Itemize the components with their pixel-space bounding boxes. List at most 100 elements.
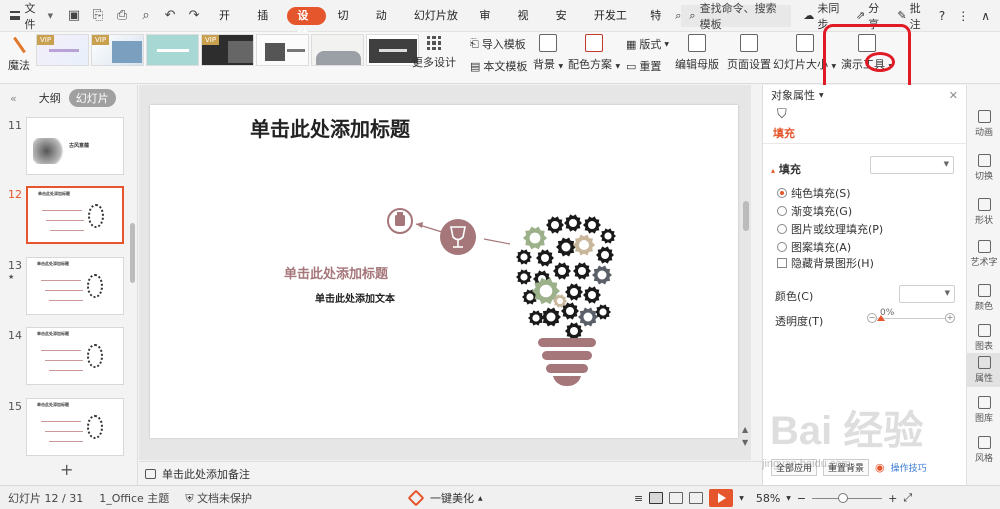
sidebar-item[interactable]: 图库 — [967, 393, 1000, 427]
sidebar-item[interactable]: 形状 — [967, 195, 1000, 229]
current-slide[interactable]: 单击此处添加标题 单击此处添加标题 单击此处添加文本 — [150, 105, 738, 438]
page-setup-button[interactable]: 页面设置 — [727, 34, 771, 72]
slide-sorter-icon[interactable] — [669, 492, 684, 504]
color-select[interactable]: ▼ — [899, 285, 955, 303]
color-scheme-button[interactable]: 配色方案 ▼ — [568, 34, 620, 72]
fill-type-select[interactable]: ▼ — [870, 156, 954, 174]
radio-button[interactable] — [777, 242, 787, 252]
magic-button[interactable]: 魔法 — [6, 34, 32, 73]
chevron-down-icon[interactable]: ▼ — [819, 92, 824, 99]
hide-background-checkbox[interactable]: 隐藏背景图形(H) — [777, 255, 874, 271]
reading-view-icon[interactable] — [689, 492, 704, 504]
sidebar-item[interactable]: 图表 — [967, 321, 1000, 355]
fill-option[interactable]: 图片或纹理填充(P) — [777, 221, 883, 237]
slider-handle[interactable] — [877, 315, 885, 321]
background-button[interactable]: 背景 ▼ — [533, 34, 563, 72]
fill-tab[interactable]: 填充 — [773, 125, 795, 141]
zoom-out-icon[interactable]: − — [797, 492, 806, 505]
notes-placeholder[interactable]: 单击此处添加备注 — [162, 466, 250, 482]
tab-4[interactable]: 动画 — [366, 0, 404, 54]
slide-thumbnail[interactable]: 11 古风意蕴 — [8, 117, 126, 175]
slide-thumbnail[interactable]: 13 ★ 单击此处添加标题 — [8, 257, 126, 315]
reset-button[interactable]: ▭ 重置 — [626, 58, 669, 74]
slide-text-placeholder[interactable]: 单击此处添加文本 — [315, 290, 395, 305]
command-search[interactable]: ⌕ 查找命令、搜索模板 — [681, 2, 792, 31]
print-preview-icon[interactable]: ⌕ — [139, 8, 153, 23]
collapse-pane-icon[interactable]: « — [10, 92, 17, 105]
file-menu[interactable]: 文件 ▼ — [0, 0, 59, 32]
tips-link[interactable]: 操作技巧 — [891, 461, 927, 474]
help-icon[interactable]: ? — [939, 9, 945, 23]
tab-8[interactable]: 安全 — [546, 0, 584, 54]
fill-option[interactable]: 图案填充(A) — [777, 239, 851, 255]
template-thumbnail[interactable] — [256, 34, 309, 66]
edit-master-button[interactable]: 编辑母版 — [675, 34, 719, 72]
radio-button[interactable] — [777, 224, 787, 234]
normal-view-icon[interactable] — [649, 492, 664, 504]
collapse-ribbon-icon[interactable]: ∧ — [981, 9, 990, 23]
chevron-down-icon[interactable]: ▼ — [786, 495, 791, 502]
tab-2[interactable]: 设计 — [287, 6, 326, 40]
radio-button[interactable] — [777, 206, 787, 216]
tab-3[interactable]: 切换 — [328, 0, 366, 54]
notes-toggle-icon[interactable]: ≡ — [634, 492, 643, 505]
chevron-down-icon[interactable]: ▼ — [742, 438, 748, 447]
beautify-button[interactable]: 一键美化 ▲ — [407, 489, 483, 507]
tab-5[interactable]: 幻灯片放映 — [404, 0, 469, 54]
slide-subtitle-placeholder[interactable]: 单击此处添加标题 — [284, 263, 388, 282]
more-icon[interactable]: ⋮ — [957, 9, 969, 23]
tab-6[interactable]: 审阅 — [469, 0, 507, 54]
zoom-slider[interactable] — [812, 492, 883, 503]
slide-thumbnail[interactable]: 12 单击此处添加标题 — [8, 186, 126, 244]
chevron-up-icon[interactable]: ▲ — [742, 425, 748, 434]
increase-button[interactable]: + — [945, 313, 955, 323]
this-template-button[interactable]: ▤ 本文模板 — [470, 58, 527, 74]
fill-section-header[interactable]: ▴ 填充 — [771, 161, 801, 177]
import-template-button[interactable]: ⎗ 导入模板 — [470, 36, 527, 52]
sidebar-item[interactable]: 切换 — [967, 151, 1000, 185]
radio-button[interactable] — [777, 188, 787, 198]
tab-7[interactable]: 视图 — [508, 0, 546, 54]
template-thumbnail[interactable] — [146, 34, 199, 66]
sidebar-item[interactable]: 颜色 — [967, 281, 1000, 315]
sidebar-item[interactable]: 风格 — [967, 433, 1000, 467]
scrollbar[interactable] — [130, 223, 135, 283]
print-icon[interactable]: ⎙ — [115, 8, 129, 23]
template-thumbnail[interactable]: VIP — [91, 34, 144, 66]
add-slide-button[interactable]: + — [60, 460, 73, 479]
zoom-level[interactable]: 58% — [756, 492, 780, 505]
layout-button[interactable]: ▦ 版式 ▼ — [626, 36, 669, 52]
tab-0[interactable]: 开始 — [209, 0, 247, 54]
tab-9[interactable]: 开发工具 — [584, 0, 640, 54]
zoom-slider-handle[interactable] — [838, 492, 849, 503]
protection-status[interactable]: ⛨ 文档未保护 — [177, 490, 260, 506]
transparency-slider[interactable] — [875, 318, 945, 319]
fit-window-icon[interactable]: ⤢ — [903, 491, 912, 505]
close-icon[interactable]: ✕ — [949, 89, 958, 102]
checkbox[interactable] — [777, 258, 787, 268]
slide-thumbnail[interactable]: 14 单击此处添加标题 — [8, 327, 126, 385]
redo-icon[interactable]: ↷ — [187, 8, 201, 23]
fill-option[interactable]: 渐变填充(G) — [777, 203, 852, 219]
sidebar-item[interactable]: 动画 — [967, 107, 1000, 141]
more-designs-button[interactable]: 更多设计 — [410, 36, 458, 70]
chevron-down-icon[interactable]: ▼ — [739, 495, 744, 502]
sidebar-item[interactable]: 属性 — [967, 353, 1000, 387]
template-thumbnail[interactable]: VIP — [201, 34, 254, 66]
template-thumbnail[interactable] — [311, 34, 364, 66]
outline-tab[interactable]: 大纲 — [39, 90, 61, 106]
zoom-in-icon[interactable]: + — [888, 492, 897, 505]
slides-tab[interactable]: 幻灯片 — [68, 89, 116, 107]
save-icon[interactable]: ▣ — [67, 8, 81, 23]
template-thumbnail[interactable]: VIP — [36, 34, 89, 66]
tab-10[interactable]: 特 — [640, 0, 671, 32]
undo-icon[interactable]: ↶ — [163, 8, 177, 23]
search-input[interactable]: 查找命令、搜索模板 — [700, 0, 784, 32]
play-button[interactable] — [709, 489, 734, 507]
export-pdf-icon[interactable]: ⎘ — [91, 8, 105, 23]
slide-thumbnail[interactable]: 15 单击此处添加标题 — [8, 398, 126, 456]
sidebar-item[interactable]: 艺术字 — [967, 237, 1000, 271]
fill-option[interactable]: 纯色填充(S) — [777, 185, 851, 201]
scrollbar[interactable] — [743, 201, 749, 231]
tab-1[interactable]: 插入 — [247, 0, 285, 54]
